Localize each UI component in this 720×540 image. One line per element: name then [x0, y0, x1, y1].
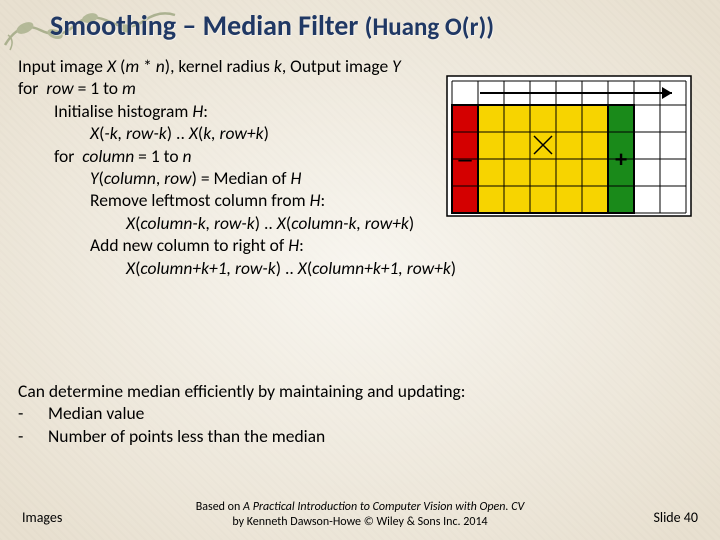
note-bullet-2: -Number of points less than the median [18, 425, 702, 447]
title-main: Smoothing – Median Filter [50, 8, 358, 43]
note-line-1: Can determine median efficiently by main… [18, 380, 702, 402]
minus-label: – [458, 146, 472, 173]
algo-line-9: Add new column to right of H: [18, 234, 702, 256]
note-block: Can determine median efficiently by main… [18, 380, 702, 447]
plus-label: + [615, 147, 628, 172]
footer-center: Based on A Practical Introduction to Com… [0, 500, 720, 530]
slide-title: Smoothing – Median Filter (Huang O(r)) [50, 8, 494, 43]
note-bullet-1: -Median value [18, 402, 702, 424]
footer-right: Slide 40 [653, 509, 698, 526]
algo-line-10: X(column+k+1, row-k) .. X(column+k+1, ro… [18, 257, 702, 279]
title-sub: (Huang O(r)) [365, 11, 494, 42]
sliding-window-diagram: – + [446, 75, 692, 217]
